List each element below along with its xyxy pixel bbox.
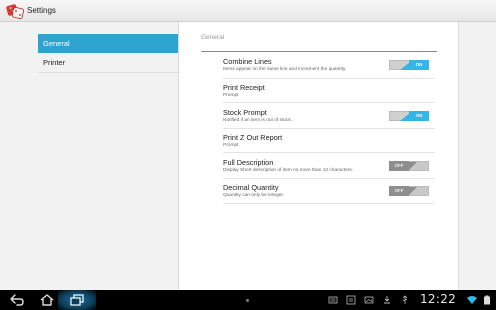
download-icon	[384, 296, 390, 304]
combine-lines-toggle[interactable]: ON	[389, 60, 429, 70]
stock-prompt-toggle[interactable]: ON	[389, 111, 429, 121]
pref-print-receipt[interactable]: Print Receipt Prompt	[223, 83, 435, 99]
nav-item-general[interactable]: General	[38, 34, 178, 53]
divider	[223, 178, 435, 179]
pref-summary: Prompt	[223, 93, 239, 98]
clock: 12:22	[420, 292, 457, 306]
recent-apps-icon	[70, 294, 84, 306]
decimal-quantity-toggle[interactable]: OFF	[389, 186, 429, 196]
system-bar: 12:22	[0, 290, 496, 310]
image-icon	[364, 296, 374, 304]
settings-content: General Printer General Combine Lines It…	[0, 22, 496, 290]
home-icon	[40, 294, 54, 306]
divider	[223, 152, 435, 153]
toggle-label: ON	[409, 111, 429, 121]
wifi-icon	[467, 296, 477, 304]
toggle-label: ON	[409, 60, 429, 70]
toggle-label: OFF	[389, 161, 409, 171]
keyboard-icon	[328, 296, 338, 304]
toggle-label: OFF	[389, 186, 409, 196]
divider	[223, 78, 435, 79]
pref-print-z-out-report[interactable]: Print Z Out Report Prompt	[223, 133, 435, 149]
section-header: General	[201, 34, 225, 41]
nav-item-label: General	[43, 39, 70, 48]
pref-title: Print Receipt	[223, 83, 265, 92]
dice-icon[interactable]	[6, 2, 24, 20]
divider	[223, 128, 435, 129]
usb-icon	[402, 295, 408, 304]
home-button[interactable]	[38, 293, 56, 307]
divider	[223, 203, 435, 204]
divider	[223, 102, 435, 103]
section-divider	[201, 51, 437, 52]
nav-item-printer[interactable]: Printer	[38, 53, 178, 73]
pref-title: Print Z Out Report	[223, 133, 283, 142]
preferences-pane: General Combine Lines Items appear on th…	[178, 22, 459, 290]
back-icon	[10, 294, 24, 306]
action-bar: Settings	[0, 0, 496, 22]
battery-icon	[484, 295, 490, 305]
app-title: Settings	[27, 6, 56, 15]
notification-icon	[346, 295, 356, 305]
nav-item-label: Printer	[43, 58, 66, 67]
back-button[interactable]	[8, 293, 26, 307]
full-description-toggle[interactable]: OFF	[389, 161, 429, 171]
recent-apps-button[interactable]	[68, 293, 86, 307]
settings-nav: General Printer	[38, 34, 178, 73]
menu-dot	[246, 299, 249, 302]
pref-summary: Prompt	[223, 143, 239, 148]
